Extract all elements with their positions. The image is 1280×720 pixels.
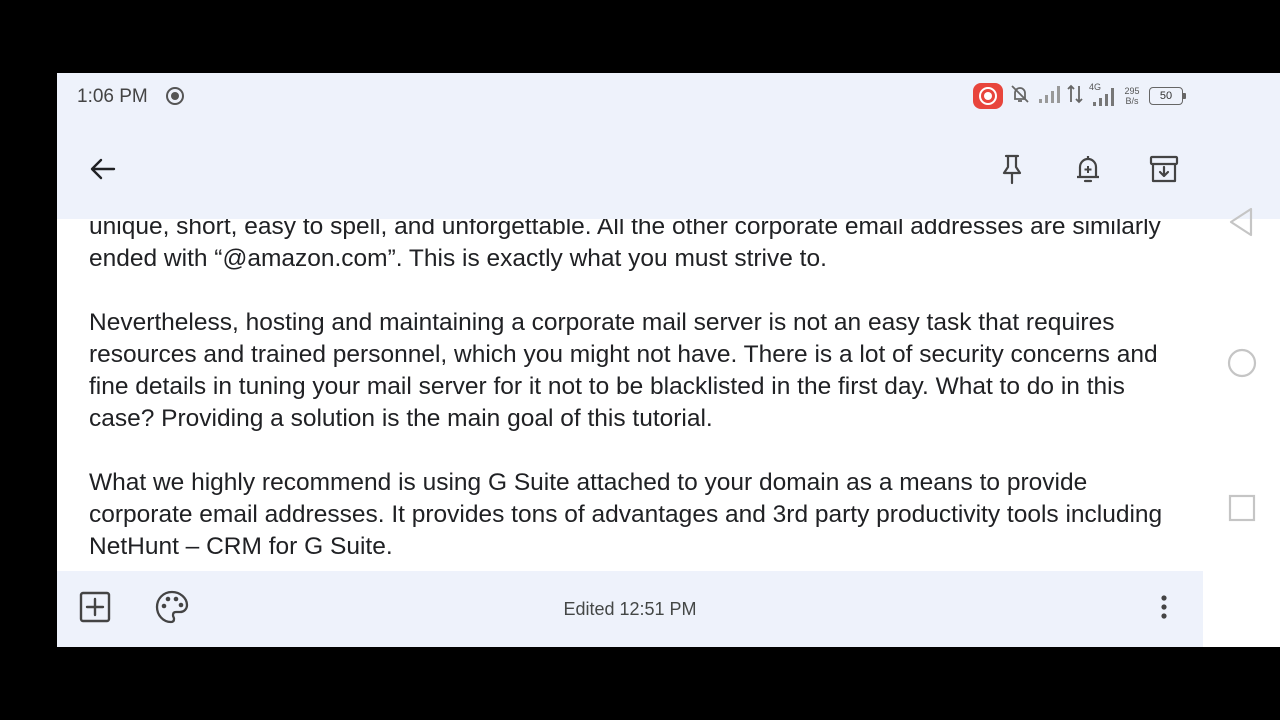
reminder-button[interactable] [1068,149,1108,189]
note-paragraph: Nevertheless, hosting and maintaining a … [89,309,1158,432]
screen-recorder-icon[interactable] [973,83,1003,109]
mobile-signal-4g-icon: 4G [1089,82,1115,108]
status-time: 1:06 PM [77,86,148,107]
navigation-bar [1203,207,1280,647]
pin-button[interactable] [992,149,1032,189]
note-content[interactable]: unique, short, easy to spell, and unforg… [57,219,1203,571]
arrow-back-icon [90,158,116,180]
status-bar: 1:06 PM 4G 295 B/s 50 [57,73,1280,119]
nav-back-button[interactable] [1225,205,1259,239]
back-button[interactable] [83,149,123,189]
signal-icon [1037,83,1061,110]
pin-icon [1002,154,1022,185]
square-recents-icon [1228,494,1256,522]
nav-recents-button[interactable] [1225,491,1259,525]
note-bottom-bar: Edited 12:51 PM [57,571,1203,647]
circle-home-icon [1227,348,1257,378]
add-alert-icon [1077,156,1099,183]
triangle-back-icon [1229,207,1253,237]
note-paragraph: What we highly recommend is using G Suit… [89,469,1163,560]
more-vert-icon [1161,595,1167,619]
status-icons: 4G 295 B/s 50 [973,82,1186,110]
data-transfer-icon [1067,83,1083,110]
phone-screen: 1:06 PM 4G 295 B/s 50 unique, short, eas… [57,73,1280,647]
edited-timestamp: Edited 12:51 PM [563,599,697,619]
archive-icon [1149,155,1179,183]
note-paragraph: unique, short, easy to spell, and unforg… [89,219,1161,272]
bell-off-icon [1009,83,1031,110]
screen-record-status-icon [165,86,185,106]
note-body[interactable]: unique, short, easy to spell, and unforg… [89,219,1179,571]
archive-button[interactable] [1144,149,1184,189]
more-options-button[interactable] [1144,587,1184,627]
network-speed: 295 B/s [1121,86,1143,106]
battery-icon: 50 [1149,87,1186,105]
net-speed-unit: B/s [1125,96,1139,106]
battery-level: 50 [1159,90,1173,102]
note-toolbar [57,119,1280,219]
nav-home-button[interactable] [1225,346,1259,380]
net-speed-value: 295 [1124,86,1140,96]
